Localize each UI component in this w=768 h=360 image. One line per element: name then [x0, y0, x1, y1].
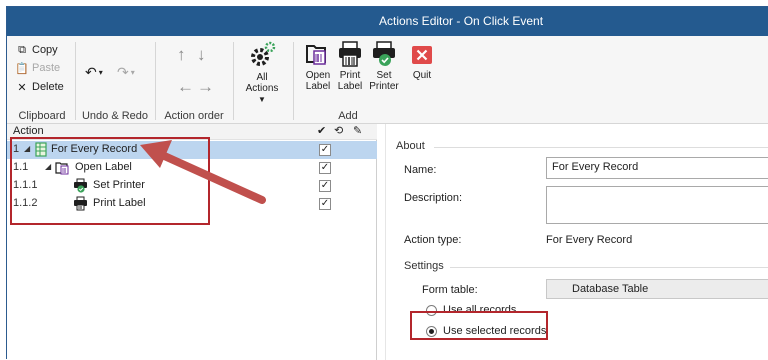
print-label-line2: Label [337, 81, 363, 92]
annotation-highlight-box [10, 137, 210, 225]
annotation-highlight-box [410, 311, 548, 340]
action-order-group-label: Action order [164, 110, 224, 122]
pencil-column-icon: ✎ [353, 125, 363, 137]
all-actions-button[interactable]: All Actions ▼ [241, 40, 283, 105]
undo-redo-group: ↶ ▾ ↷ ▾ Undo & Redo [77, 36, 153, 124]
form-table-label: Form table: [422, 284, 478, 296]
action-order-group: ↑ ↓ ← → Action order [157, 36, 231, 124]
paste-label: Paste [32, 62, 61, 74]
undo-icon: ↶ [85, 63, 97, 80]
open-label-button[interactable]: Open Label [303, 40, 333, 92]
redo-icon: ↷ [117, 63, 129, 80]
about-section-title: About [396, 140, 425, 152]
add-group: Open Label Print Label Set Printer Quit … [297, 36, 443, 124]
paste-icon: 📋 [15, 62, 29, 75]
ribbon-separator [155, 42, 156, 120]
about-divider [434, 147, 768, 148]
all-actions-line1: All [256, 72, 268, 83]
ribbon-separator [233, 42, 234, 120]
gear-icon [251, 41, 276, 66]
settings-divider [450, 267, 768, 268]
print-label-icon [339, 41, 361, 67]
settings-section-title: Settings [404, 260, 444, 272]
open-label-icon [306, 45, 326, 65]
move-left-icon[interactable]: ← [177, 78, 194, 95]
form-table-select[interactable]: Database Table [546, 279, 768, 299]
set-printer-line1: Set [376, 70, 392, 81]
all-actions-dropdown-icon: ▼ [258, 95, 266, 104]
add-group-label: Add [338, 110, 358, 122]
name-label: Name: [404, 164, 437, 176]
title-bar: Actions Editor - On Click Event [7, 7, 768, 36]
undo-redo-group-label: Undo & Redo [81, 110, 149, 122]
move-right-icon[interactable]: → [197, 78, 214, 95]
clipboard-group-label: Clipboard [18, 110, 66, 122]
ribbon-separator [293, 42, 294, 120]
delete-label: Delete [32, 81, 64, 93]
refresh-column-icon: ⟲ [334, 125, 344, 137]
enabled-checkbox[interactable]: ✓ [319, 180, 331, 192]
enabled-checkbox[interactable]: ✓ [319, 144, 331, 156]
description-label: Description: [404, 192, 463, 204]
action-type-value: For Every Record [546, 234, 633, 246]
set-printer-button[interactable]: Set Printer [369, 40, 399, 92]
window-title: Actions Editor - On Click Event [379, 14, 544, 28]
copy-label: Copy [32, 44, 58, 56]
undo-button[interactable]: ↶ ▾ [85, 64, 103, 80]
action-type-label: Action type: [404, 234, 462, 246]
description-field[interactable] [546, 186, 768, 224]
set-printer-line2: Printer [369, 81, 399, 92]
print-label-button[interactable]: Print Label [335, 40, 365, 92]
undo-dropdown-icon: ▾ [98, 67, 103, 77]
move-down-icon[interactable]: ↓ [197, 46, 206, 63]
copy-icon: ⧉ [18, 43, 26, 56]
action-column-header: Action [13, 125, 44, 137]
enabled-checkbox[interactable]: ✓ [319, 198, 331, 210]
quit-icon [412, 46, 432, 64]
redo-button[interactable]: ↷ ▾ [117, 64, 135, 80]
ribbon-toolbar: ⧉ Copy 📋 Paste ✕ Delete Clipboard ↶ ▾ ↷ ▾ … [7, 36, 768, 124]
enabled-column-icon: ✔ [317, 125, 327, 137]
copy-button[interactable]: ⧉ Copy [15, 42, 58, 58]
move-up-icon[interactable]: ↑ [177, 46, 186, 63]
quit-button[interactable]: Quit [407, 40, 437, 81]
all-actions-line2: Actions ▼ [245, 83, 279, 104]
print-label-line1: Print [339, 70, 361, 81]
open-label-line2: Label [305, 81, 331, 92]
clipboard-group: ⧉ Copy 📋 Paste ✕ Delete Clipboard [11, 36, 73, 124]
paste-button[interactable]: 📋 Paste [15, 60, 60, 76]
delete-icon: ✕ [17, 81, 27, 94]
open-label-line1: Open [305, 70, 331, 81]
name-field[interactable]: For Every Record [546, 157, 768, 179]
enabled-checkbox[interactable]: ✓ [319, 162, 331, 174]
ribbon-separator [75, 42, 76, 120]
delete-button[interactable]: ✕ Delete [15, 79, 64, 95]
redo-dropdown-icon: ▾ [130, 67, 135, 77]
quit-label: Quit [412, 70, 432, 81]
set-printer-icon [373, 41, 395, 66]
